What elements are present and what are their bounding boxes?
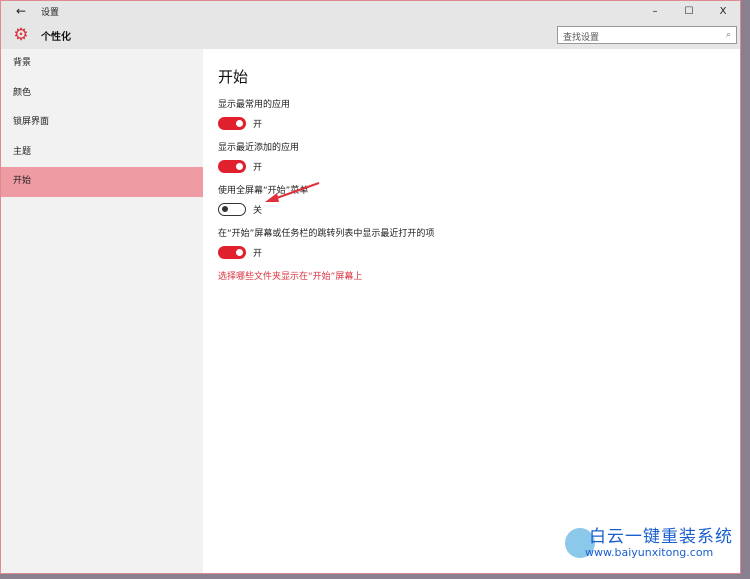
main-content: 开始 显示最常用的应用 开 显示最近添加的应用 开 使用全屏幕“开始”菜单 关 …: [218, 49, 740, 573]
close-button[interactable]: X: [706, 6, 740, 17]
maximize-button[interactable]: ☐: [672, 6, 706, 17]
search-placeholder: 查找设置: [563, 33, 600, 43]
toggle-recently-added[interactable]: [218, 159, 246, 173]
setting-recently-added: 显示最近添加的应用 开: [218, 140, 740, 178]
sidebar-item-background[interactable]: 背景: [1, 49, 203, 79]
sidebar: 背景 颜色 锁屏界面 主题 开始: [1, 49, 203, 573]
setting-label: 显示最常用的应用: [218, 100, 291, 110]
page-title: 开始: [218, 68, 249, 86]
setting-most-used: 显示最常用的应用 开: [218, 97, 740, 135]
setting-label: 显示最近添加的应用: [218, 143, 300, 153]
toggle-state: 开: [253, 248, 263, 259]
sidebar-item-themes[interactable]: 主题: [1, 138, 203, 168]
sidebar-item-start[interactable]: 开始: [1, 167, 203, 197]
sidebar-item-lock-screen[interactable]: 锁屏界面: [1, 108, 203, 138]
back-button[interactable]: ←: [1, 4, 41, 18]
toggle-recent-items[interactable]: [218, 245, 246, 259]
page-category-title: 个性化: [41, 31, 71, 43]
setting-recent-items: 在“开始”屏幕或任务栏的跳转列表中显示最近打开的项 开: [218, 226, 740, 264]
settings-window: ← 设置 – ☐ X ⚙ 个性化 查找设置 ⌕ 背景 颜色 锁屏界面 主题 开始…: [0, 0, 741, 574]
choose-folders-link[interactable]: 选择哪些文件夹显示在“开始”屏幕上: [218, 269, 740, 282]
search-icon[interactable]: ⌕: [726, 30, 731, 40]
toggle-state: 开: [253, 119, 263, 130]
toggle-full-screen-start[interactable]: [218, 202, 246, 216]
title-bar: ← 设置 – ☐ X: [1, 1, 740, 21]
search-input[interactable]: 查找设置 ⌕: [557, 26, 737, 44]
window-title: 设置: [41, 7, 60, 18]
watermark-logo: 白云一键重装系统 www.baiyunxitong.com: [565, 522, 750, 572]
toggle-state: 开: [253, 162, 263, 173]
watermark-title: 白云一键重装系统: [589, 527, 733, 547]
toggle-most-used[interactable]: [218, 116, 246, 130]
header: ⚙ 个性化 查找设置 ⌕: [1, 21, 740, 49]
gear-icon: ⚙: [13, 25, 29, 45]
setting-label: 在“开始”屏幕或任务栏的跳转列表中显示最近打开的项: [218, 229, 435, 239]
toggle-state: 关: [253, 205, 263, 216]
minimize-button[interactable]: –: [638, 6, 672, 17]
watermark-url: www.baiyunxitong.com: [585, 546, 714, 559]
annotation-arrow-icon: [265, 182, 320, 202]
sidebar-item-colors[interactable]: 颜色: [1, 79, 203, 109]
